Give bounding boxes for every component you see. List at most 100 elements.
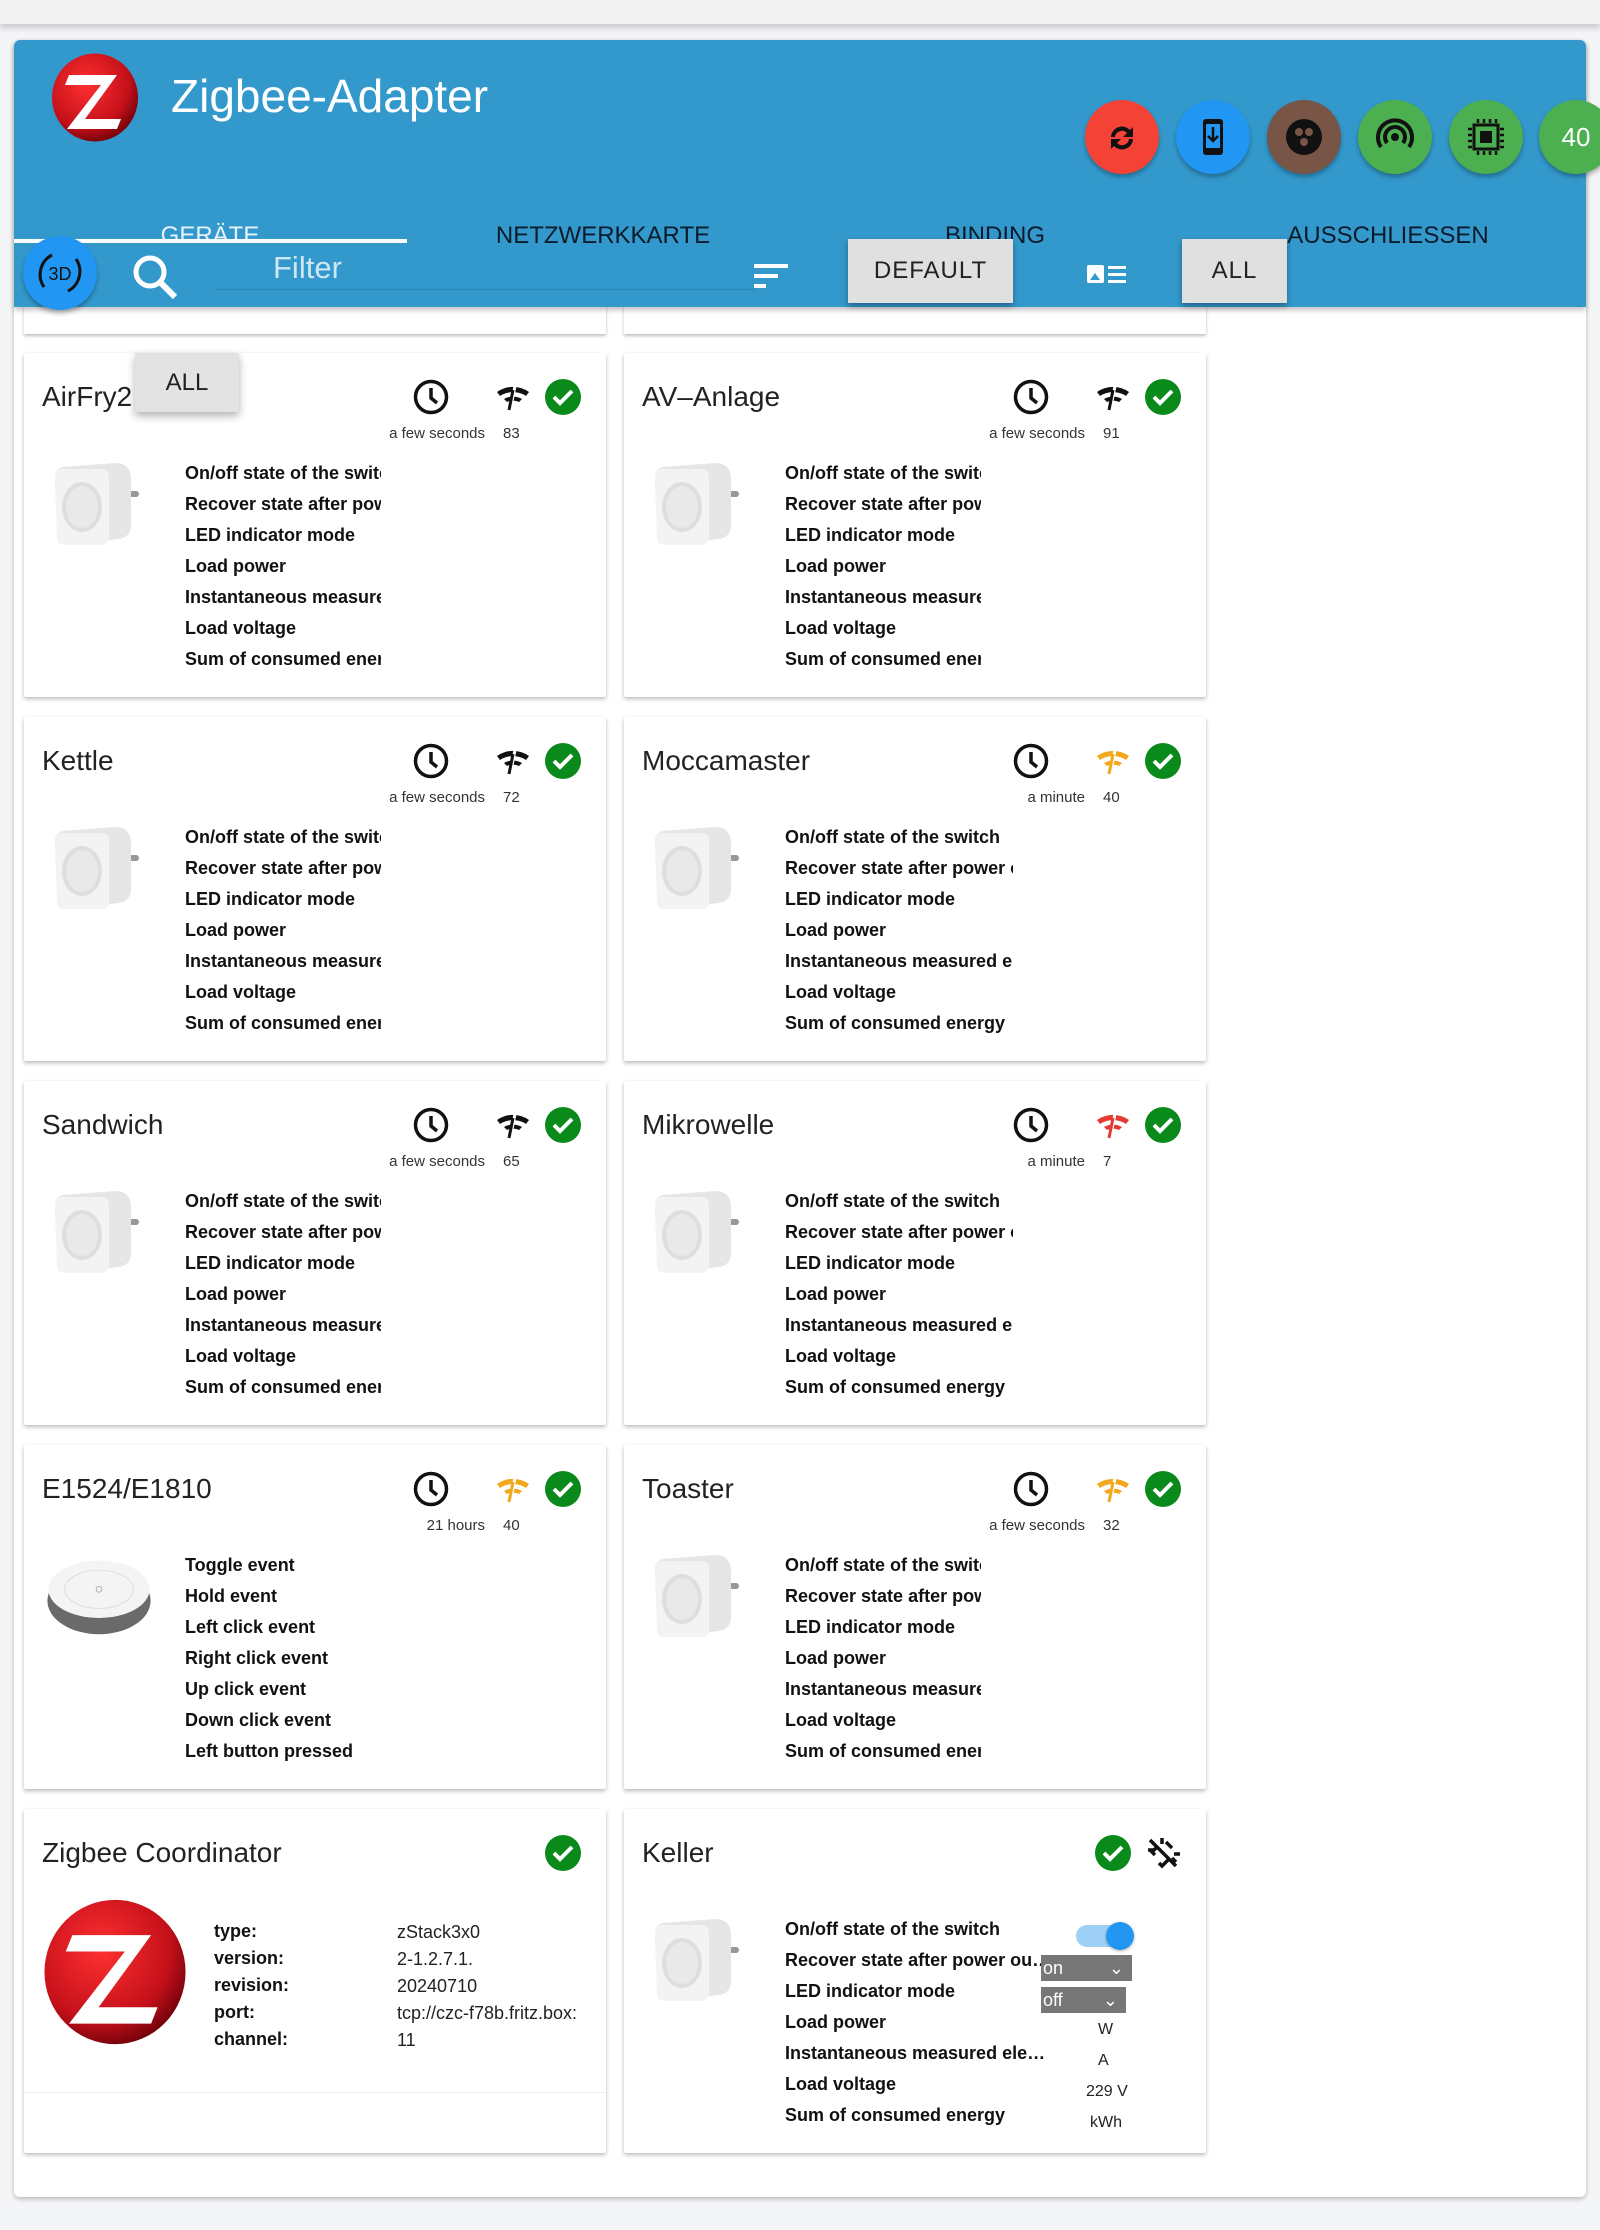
on-off-toggle[interactable] xyxy=(1076,1922,1134,1950)
link-quality-icon xyxy=(1097,385,1129,412)
info-value: tcp://czc-f78b.fritz.box: xyxy=(397,2003,578,2023)
info-value: 2-1.2.7.1. xyxy=(397,1949,474,1969)
menu-item-all[interactable]: ALL xyxy=(135,353,239,412)
state-label: Instantaneous measured electric current xyxy=(785,951,1013,971)
state-label: Instantaneous measured electric current xyxy=(785,1679,981,1699)
sync-button[interactable] xyxy=(1085,100,1159,174)
state-label: Recover state after power outage xyxy=(185,858,381,878)
device-name[interactable]: AV–Anlage xyxy=(642,381,780,413)
info-value: 11 xyxy=(397,2030,416,2050)
state-label: Sum of consumed energy xyxy=(785,1013,1006,1033)
smart-plug-image xyxy=(655,827,739,909)
browser-top-bar xyxy=(0,0,1600,24)
state-label: LED indicator mode xyxy=(785,525,956,545)
status-ok-icon xyxy=(545,1107,581,1143)
status-ok-icon xyxy=(1145,379,1181,415)
device-card[interactable]: AV–Anlage a few seconds 91 On/off state of … xyxy=(624,353,1206,697)
device-name[interactable]: Kettle xyxy=(42,745,114,777)
clock-icon xyxy=(1013,743,1049,779)
state-label: LED indicator mode xyxy=(185,889,356,909)
device-name[interactable]: Moccamaster xyxy=(642,745,810,777)
device-card[interactable]: Kettle a few seconds 72 On/off state of the… xyxy=(24,717,606,1061)
device-name[interactable]: Toaster xyxy=(642,1473,734,1505)
app-title: Zigbee-Adapter xyxy=(171,70,489,122)
link-quality-value: 32 xyxy=(1103,1517,1120,1534)
status-ok-icon xyxy=(545,379,581,415)
status-ok-icon xyxy=(545,743,581,779)
state-label: Load voltage xyxy=(785,1346,897,1366)
coordinator-card[interactable]: Zigbee Coordinator type: zStack3x0 version:… xyxy=(24,1809,606,2153)
recover-select[interactable]: on ⌄ xyxy=(1041,1955,1132,1981)
clock-icon xyxy=(413,1471,449,1507)
status-ok-icon xyxy=(545,1471,581,1507)
status-ok-icon xyxy=(1145,1107,1181,1143)
rotate-3d-icon: 3D xyxy=(38,253,82,293)
all-button[interactable]: ALL xyxy=(1182,239,1287,303)
device-name[interactable]: Sandwich xyxy=(42,1109,163,1141)
link-quality-value: 40 xyxy=(503,1517,520,1534)
link-quality-value: 72 xyxy=(503,789,520,806)
device-count: 40 xyxy=(1561,121,1591,152)
link-quality-icon xyxy=(1097,1113,1129,1140)
pairing-button[interactable] xyxy=(1358,100,1432,174)
info-label: version: xyxy=(214,1948,285,1968)
device-name[interactable]: AirFry2 xyxy=(42,381,132,413)
last-seen-time: a few seconds xyxy=(389,789,485,806)
state-label: Down click event xyxy=(185,1710,332,1730)
state-label: Load power xyxy=(185,1284,287,1304)
state-label: On/off state of the switch xyxy=(185,1191,381,1211)
count-button[interactable]: 40 xyxy=(1539,100,1600,174)
filter-input[interactable] xyxy=(216,246,756,290)
device-card[interactable]: Toaster a few seconds 32 On/off state of th… xyxy=(624,1445,1206,1789)
state-label: Load power xyxy=(785,1648,887,1668)
svg-text:3D: 3D xyxy=(48,264,71,284)
device-card[interactable]: Mikrowelle a minute 7 On/off state of the s… xyxy=(624,1081,1206,1425)
smart-plug-image xyxy=(655,1191,739,1273)
link-quality-icon xyxy=(1097,1477,1129,1504)
selected-value: on xyxy=(1043,1957,1064,1978)
device-name[interactable]: Keller xyxy=(642,1837,714,1869)
sort-icon[interactable] xyxy=(754,262,788,290)
last-seen-time: a minute xyxy=(1027,1153,1085,1170)
last-seen-time: 21 hours xyxy=(426,1517,485,1534)
chip-icon xyxy=(1468,119,1504,155)
link-quality-value: 91 xyxy=(1103,425,1120,442)
tab-ausschliessen[interactable]: AUSSCHLIESSEN xyxy=(1287,222,1488,250)
state-label: Instantaneous measured electric current xyxy=(785,1315,1013,1335)
clock-icon xyxy=(413,379,449,415)
download-device-button[interactable] xyxy=(1176,100,1250,174)
device-name[interactable]: E1524/E1810 xyxy=(42,1473,212,1505)
state-label: Toggle event xyxy=(185,1555,295,1575)
device-name[interactable]: Zigbee Coordinator xyxy=(42,1837,282,1869)
smart-plug-image xyxy=(55,827,139,909)
device-card[interactable]: AirFry2 a few seconds 83 On/off state of th… xyxy=(24,353,606,697)
state-label: On/off state of the switch xyxy=(785,1191,1001,1211)
default-button[interactable]: DEFAULT xyxy=(848,239,1013,303)
divider xyxy=(24,2092,606,2093)
state-label: Load power xyxy=(785,2012,887,2032)
chip-button[interactable] xyxy=(1449,100,1523,174)
led-select[interactable]: off ⌄ xyxy=(1041,1987,1126,2013)
state-label: Sum of consumed energy xyxy=(785,2105,1006,2125)
state-label: Left button pressed xyxy=(185,1741,354,1761)
info-label: channel: xyxy=(214,2029,289,2049)
link-quality-value: 40 xyxy=(1103,789,1120,806)
search-icon[interactable] xyxy=(130,252,180,302)
device-card[interactable]: E1524/E1810 21 hours 40 Toggle event Hold ev… xyxy=(24,1445,606,1789)
voltage-value: 229 V xyxy=(1086,2083,1128,2100)
energy-value: kWh xyxy=(1090,2114,1122,2131)
groups-button[interactable] xyxy=(1267,100,1341,174)
3d-view-button[interactable]: 3D xyxy=(23,236,97,310)
device-card[interactable]: Moccamaster a minute 40 On/off state of the… xyxy=(624,717,1206,1061)
state-label: Recover state after power outage xyxy=(185,494,381,514)
state-label: Instantaneous measured ele… xyxy=(785,2043,1045,2063)
chevron-down-icon: ⌄ xyxy=(1108,1957,1124,1978)
state-label: Load power xyxy=(785,556,887,576)
device-card[interactable]: Sandwich a few seconds 65 On/off state of t… xyxy=(24,1081,606,1425)
device-name[interactable]: Mikrowelle xyxy=(642,1109,774,1141)
state-label: Load voltage xyxy=(185,982,297,1002)
state-label: Right click event xyxy=(185,1648,329,1668)
state-label: Sum of consumed energy xyxy=(185,1377,381,1397)
device-card[interactable]: Keller On/off state of the switch Recover … xyxy=(624,1809,1206,2153)
image-list-icon[interactable] xyxy=(1087,263,1127,285)
